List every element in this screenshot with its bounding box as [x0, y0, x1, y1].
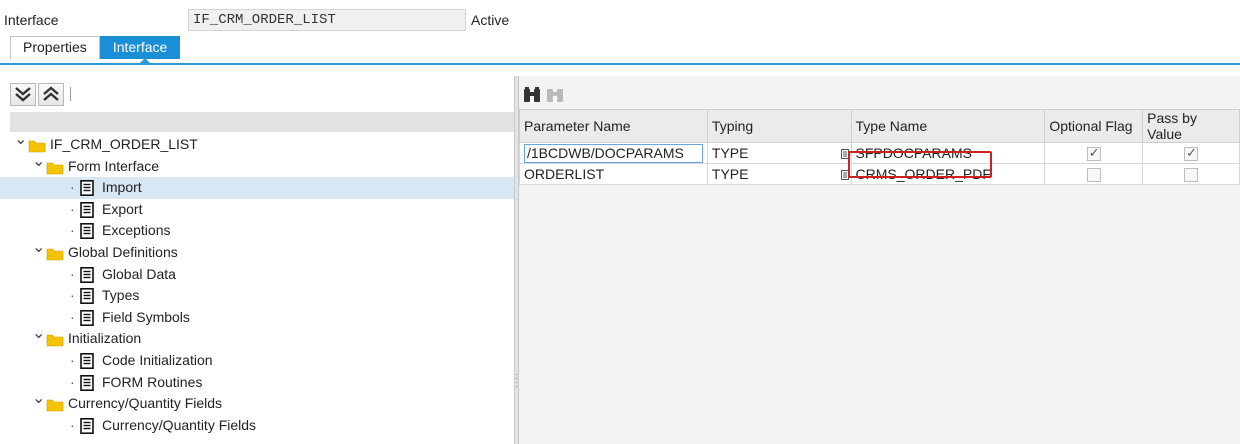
col-typing[interactable]: Typing: [706, 109, 852, 143]
pass-by-value-checkbox[interactable]: [1184, 145, 1199, 162]
tree-node-label: Exceptions: [102, 222, 171, 239]
tree-node-label: Export: [102, 200, 143, 217]
typing-value: TYPE: [711, 166, 749, 182]
tree-node-label: Global Definitions: [68, 243, 178, 260]
pass-by-value-checkbox[interactable]: [1184, 168, 1199, 183]
tree-toolbar: [10, 82, 71, 106]
parameter-name-cell[interactable]: ORDERLIST: [519, 163, 708, 185]
tree-connector: ·: [70, 179, 75, 196]
pass-by-value-cell[interactable]: [1142, 163, 1240, 185]
tree-connector: ·: [70, 200, 75, 217]
interface-label: Interface: [4, 12, 59, 28]
tree-node-label: Field Symbols: [102, 308, 190, 325]
parameter-name-cell[interactable]: /1BCDWB/DOCPARAMS: [519, 142, 708, 164]
typing-value: TYPE: [711, 145, 749, 161]
find-next-button[interactable]: +: [544, 84, 566, 106]
tree-connector: ·: [70, 265, 75, 282]
chevron-down-icon[interactable]: ⌄: [32, 323, 45, 345]
grid-toolbar: +: [519, 82, 566, 108]
tree-node[interactable]: · Export: [0, 199, 514, 221]
tree-node[interactable]: · FORM Routines: [0, 372, 514, 394]
tree-node[interactable]: ⌄ IF_CRM_ORDER_LIST: [0, 131, 514, 156]
find-next-icon: +: [547, 89, 563, 104]
tree-connector: ·: [70, 287, 75, 304]
tree-node[interactable]: · Import: [0, 177, 514, 199]
tree-node[interactable]: · Exceptions: [0, 220, 514, 242]
chevron-down-icon[interactable]: ⌄: [32, 237, 45, 259]
tree-node-label: FORM Routines: [102, 373, 203, 390]
interface-tree: ⌄ IF_CRM_ORDER_LIST ⌄ Form Interface · Import…: [0, 131, 514, 437]
collapse-all-icon: [43, 86, 59, 101]
tab-properties[interactable]: Properties: [10, 36, 100, 59]
tab-strip: Properties Interface: [10, 36, 181, 59]
chevron-down-icon[interactable]: ⌄: [14, 129, 27, 151]
col-type-name[interactable]: Type Name: [850, 109, 1046, 143]
col-pass-by-value[interactable]: Pass by Value: [1142, 109, 1240, 143]
tree-node-label: IF_CRM_ORDER_LIST: [50, 136, 198, 152]
col-parameter-name[interactable]: Parameter Name: [519, 109, 708, 143]
document-icon: [80, 417, 94, 441]
expand-all-icon: [15, 87, 31, 102]
tree-node-label: Types: [102, 287, 140, 304]
chevron-down-icon[interactable]: ⌄: [32, 388, 45, 410]
tree-connector: ·: [70, 416, 75, 433]
tree-node-label: Form Interface: [68, 157, 160, 174]
tree-node[interactable]: · Field Symbols: [0, 307, 514, 329]
tree-pane: ⌄ IF_CRM_ORDER_LIST ⌄ Form Interface · Import…: [0, 76, 514, 444]
tree-node[interactable]: ⌄ Global Definitions: [0, 239, 514, 264]
svg-text:+: +: [551, 94, 559, 104]
tree-node-label: Currency/Quantity Fields: [68, 395, 223, 412]
splitter-grip[interactable]: · · · ·: [515, 370, 518, 392]
pass-by-value-cell[interactable]: [1142, 142, 1240, 164]
type-name-highlight-box: [848, 151, 992, 178]
parameter-name-input[interactable]: /1BCDWB/DOCPARAMS: [524, 143, 703, 163]
tree-node[interactable]: · Code Initialization: [0, 350, 514, 372]
chevron-down-icon[interactable]: ⌄: [32, 151, 45, 173]
tree-node-label: Initialization: [68, 330, 142, 347]
tree-node[interactable]: ⌄ Form Interface: [0, 153, 514, 178]
tree-header-bar: [10, 112, 514, 132]
tree-node-label: Global Data: [102, 265, 176, 282]
tree-node[interactable]: · Currency/Quantity Fields: [0, 415, 514, 437]
optional-flag-cell[interactable]: [1044, 142, 1144, 164]
optional-checkbox[interactable]: [1086, 145, 1101, 162]
tree-connector: ·: [70, 373, 75, 390]
interface-name-field[interactable]: IF_CRM_ORDER_LIST: [188, 9, 466, 31]
col-optional-flag[interactable]: Optional Flag: [1044, 109, 1144, 143]
toolbar-separator: [70, 87, 71, 101]
tree-connector: ·: [70, 308, 75, 325]
binoculars-icon: [524, 87, 540, 102]
tab-underline: [0, 63, 1240, 65]
find-button[interactable]: [521, 84, 543, 106]
tree-node[interactable]: · Global Data: [0, 264, 514, 286]
tree-node-label: Code Initialization: [102, 351, 213, 368]
tree-node-label: Currency/Quantity Fields: [102, 416, 257, 433]
expand-all-button[interactable]: [10, 82, 36, 106]
typing-cell[interactable]: TYPE: [706, 163, 852, 185]
tree-node[interactable]: ⌄ Initialization: [0, 325, 514, 350]
tree-node-label: Import: [102, 179, 142, 196]
tab-interface[interactable]: Interface: [99, 36, 181, 59]
optional-flag-cell[interactable]: [1044, 163, 1144, 185]
collapse-all-button[interactable]: [38, 82, 64, 106]
tree-connector: ·: [70, 222, 75, 239]
table-header-row: Parameter Name Typing Type Name Optional…: [519, 109, 1240, 143]
status-text: Active: [471, 12, 510, 28]
parameter-pane: + Parameter Name Typing Type Name Option…: [519, 76, 1240, 444]
tree-connector: ·: [70, 351, 75, 368]
optional-checkbox[interactable]: [1086, 168, 1101, 183]
typing-cell[interactable]: TYPE: [706, 142, 852, 164]
tree-node[interactable]: · Types: [0, 285, 514, 307]
tree-node[interactable]: ⌄ Currency/Quantity Fields: [0, 390, 514, 415]
